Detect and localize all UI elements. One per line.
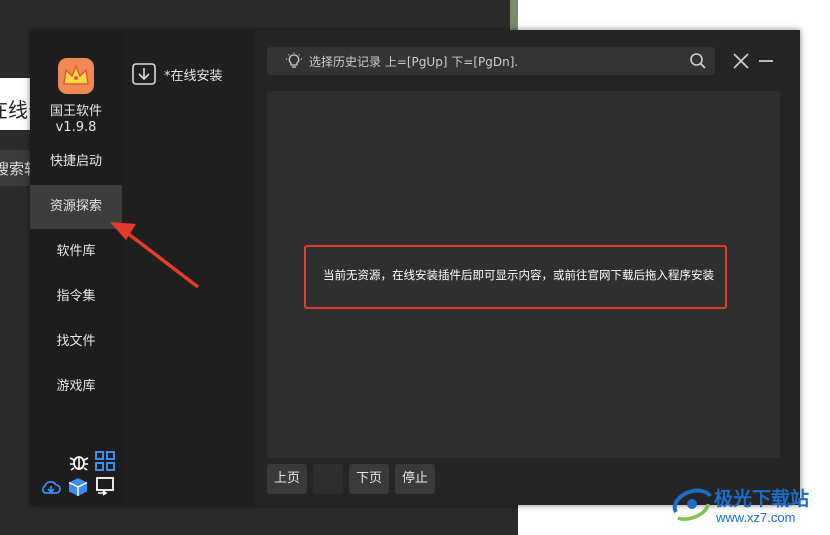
app-name: 国王软件 <box>49 104 102 119</box>
sidebar-tools <box>38 448 115 504</box>
app-version: v1.9.8 <box>55 120 97 135</box>
online-install-button[interactable]: *在线安装 <box>130 60 223 88</box>
sidebar-item-resource-explore[interactable]: 资源探索 <box>30 185 122 229</box>
watermark-logo-icon <box>672 488 712 521</box>
search-input[interactable]: 选择历史记录 上=[PgUp] 下=[PgDn]. <box>267 47 715 75</box>
pager: 上页 下页 停止 <box>267 464 441 494</box>
crown-icon <box>63 64 89 85</box>
resource-content-area: 当前无资源，在线安装插件后即可显示内容，或前往官网下载后拖入程序安装 <box>267 91 780 458</box>
lightbulb-icon <box>286 52 302 68</box>
empty-state-highlight: 当前无资源，在线安装插件后即可显示内容，或前往官网下载后拖入程序安装 <box>304 245 727 309</box>
online-install-label: *在线安装 <box>164 68 223 84</box>
sidebar-item-software-library[interactable]: 软件库 <box>30 230 122 274</box>
cloud-download-icon[interactable] <box>40 478 62 498</box>
sidebar: 国王软件 v1.9.8 快捷启动 资源探索 软件库 指令集 找文件 游戏库 <box>30 30 122 505</box>
background-search-panel: 搜索软 <box>0 150 30 186</box>
minimize-icon[interactable] <box>759 60 773 62</box>
background-search-text: 搜索软 <box>0 160 30 178</box>
download-box-icon <box>132 63 156 85</box>
sidebar-item-game-library[interactable]: 游戏库 <box>30 365 122 409</box>
search-icon[interactable] <box>689 52 707 70</box>
sidebar-item-find-files[interactable]: 找文件 <box>30 320 122 364</box>
watermark-url: www.xz7.com <box>716 510 796 525</box>
main-panel: 选择历史记录 上=[PgUp] 下=[PgDn]. 当前无资源，在线安装插件后即… <box>255 30 800 505</box>
app-window: 国王软件 v1.9.8 快捷启动 资源探索 软件库 指令集 找文件 游戏库 *在… <box>30 30 800 505</box>
watermark: 极光下载站 www.xz7.com <box>668 480 828 534</box>
next-page-button[interactable]: 下页 <box>349 464 390 494</box>
screen-share-icon[interactable] <box>94 476 116 498</box>
grid-icon[interactable] <box>94 450 116 472</box>
background-strip <box>510 0 518 30</box>
cube-icon[interactable] <box>67 476 89 498</box>
empty-state-message: 当前无资源，在线安装插件后即可显示内容，或前往官网下载后拖入程序安装 <box>323 268 714 282</box>
watermark-title: 极光下载站 <box>714 488 810 510</box>
background-panel: 在线安 <box>0 78 48 130</box>
page-number-box <box>313 464 344 494</box>
sidebar-item-quick-launch[interactable]: 快捷启动 <box>30 140 122 184</box>
stop-button[interactable]: 停止 <box>395 464 436 494</box>
prev-page-button[interactable]: 上页 <box>267 464 308 494</box>
background-bottom <box>0 505 518 535</box>
sidebar-item-command-set[interactable]: 指令集 <box>30 275 122 319</box>
bug-icon[interactable] <box>68 450 90 472</box>
plugin-column: *在线安装 <box>122 30 255 505</box>
close-icon[interactable] <box>732 52 750 70</box>
search-placeholder: 选择历史记录 上=[PgUp] 下=[PgDn]. <box>309 55 519 69</box>
app-logo <box>58 58 94 94</box>
